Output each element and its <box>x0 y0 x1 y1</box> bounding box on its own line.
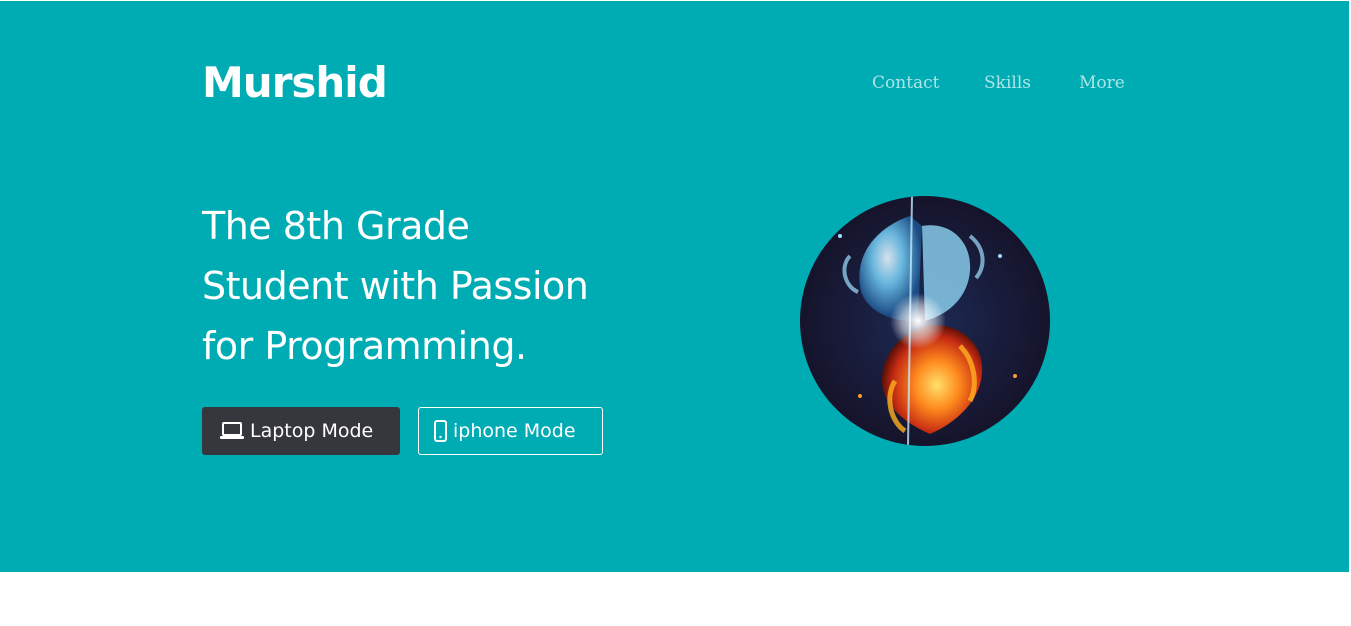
laptop-mode-button[interactable]: Laptop Mode <box>202 407 400 455</box>
nav-link-contact[interactable]: Contact <box>872 72 940 94</box>
fire-and-ice-heart-image <box>800 196 1050 446</box>
iphone-mode-label: iphone Mode <box>453 420 576 442</box>
headline-line-2: Student with Passion <box>202 264 589 308</box>
iphone-mode-button[interactable]: iphone Mode <box>418 407 603 455</box>
headline-line-3: for Programming. <box>202 324 527 368</box>
headline-line-1: The 8th Grade <box>202 204 470 248</box>
nav-link-more[interactable]: More <box>1079 72 1125 94</box>
hero-section: Murshid Contact Skills More The 8th Grad… <box>0 1 1349 572</box>
nav-link-skills[interactable]: Skills <box>984 72 1031 94</box>
page: Murshid Contact Skills More The 8th Grad… <box>0 0 1351 626</box>
laptop-icon <box>220 421 244 441</box>
hero-headline: The 8th Grade Student with Passion for P… <box>202 196 682 376</box>
laptop-mode-label: Laptop Mode <box>250 420 374 442</box>
profile-avatar <box>800 196 1050 446</box>
phone-icon <box>434 420 447 442</box>
brand-logo[interactable]: Murshid <box>202 51 388 115</box>
